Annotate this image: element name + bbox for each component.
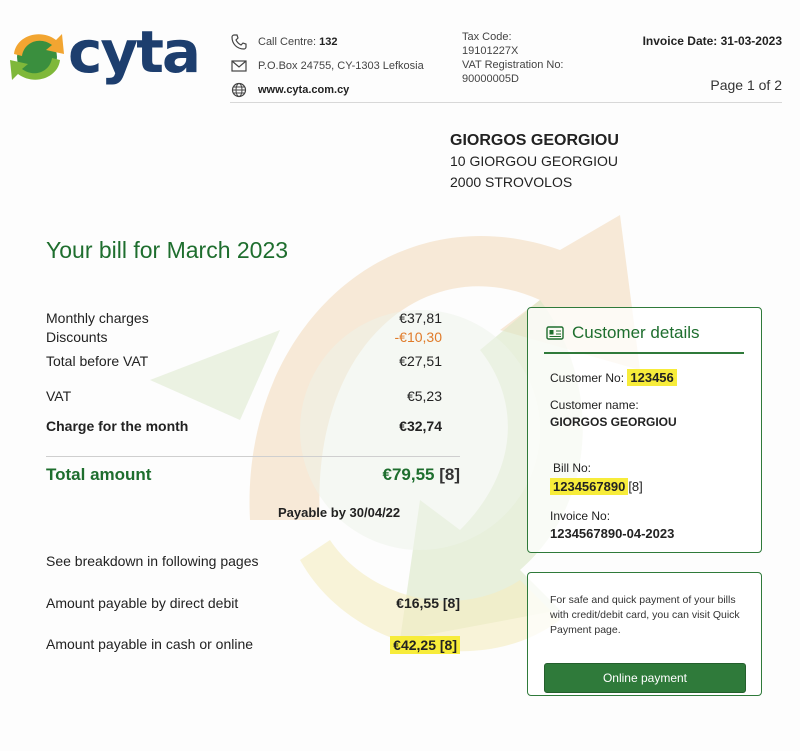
cyta-logo: cyta [4,18,201,92]
cash-online-row: Amount payable in cash or online €42,25 … [46,636,460,654]
customer-details-header: Customer details [546,323,700,343]
charge-line: Discounts -€10,30 [46,329,442,345]
direct-debit-value: €16,55 [8] [396,595,460,611]
payable-by: Payable by 30/04/22 [278,505,401,520]
total-ref: [8] [439,465,460,484]
customer-no-label: Customer No: [550,371,625,385]
total-value-group: €79,55 [8] [382,465,460,485]
customer-no: 123456 [627,369,677,386]
tax-code-label: Tax Code: [462,31,512,43]
customer-details-title: Customer details [572,323,700,342]
website-row: www.cyta.com.cy [230,78,424,102]
po-box: P.O.Box 24755, CY-1303 Lefkosia [258,60,424,72]
invoice-no: 1234567890-04-2023 [550,526,675,541]
charge-line: Monthly charges €37,81 [46,310,442,326]
id-card-icon [546,326,564,340]
charge-value: €32,74 [399,418,442,434]
recipient-city: 2000 STROVOLOS [450,174,573,190]
call-centre-label: Call Centre: [258,36,317,48]
bill-title: Your bill for March 2023 [46,237,289,263]
envelope-icon [230,57,248,75]
direct-debit-row: Amount payable by direct debit €16,55 [8… [46,595,460,611]
total-value: €79,55 [382,465,435,484]
invoice-page: cyta Call Centre: 132 P.O.Box 24755, CY-… [0,0,800,751]
charge-label: VAT [46,388,72,404]
contact-info: Call Centre: 132 P.O.Box 24755, CY-1303 … [230,30,424,102]
charge-line: Charge for the month €32,74 [46,418,442,434]
charge-label: Charge for the month [46,418,189,434]
po-box-row: P.O.Box 24755, CY-1303 Lefkosia [230,54,424,78]
cash-online-label: Amount payable in cash or online [46,636,254,652]
total-amount-row: Total amount €79,55 [8] [46,465,460,485]
charge-value: €27,51 [399,353,442,369]
charge-value: €37,81 [399,310,442,326]
customer-name: GIORGOS GEORGIOU [550,415,677,429]
online-payment-box: For safe and quick payment of your bills… [527,572,762,696]
customer-name-label: Customer name: [550,398,639,412]
tax-code: 19101227X [462,45,519,57]
bill-no: 1234567890 [550,478,629,495]
page-number: Page 1 of 2 [710,77,782,93]
recipient-street: 10 GIORGOU GEORGIOU [450,153,619,169]
direct-debit-label: Amount payable by direct debit [46,595,239,611]
brand-wordmark: cyta [68,18,201,86]
vat-label: VAT Registration No: [462,59,564,71]
charge-label: Total before VAT [46,353,149,369]
header-divider [230,102,782,103]
recipient-name: GIORGOS GEORGIOU [450,132,619,149]
bill-no-row: 1234567890 [8] [550,478,643,495]
bill-no-label: Bill No: [553,461,592,475]
charge-value: €5,23 [406,388,442,404]
website-link[interactable]: www.cyta.com.cy [258,84,349,96]
total-divider [46,456,460,457]
globe-icon [230,81,248,99]
cyta-logo-swirl-icon [10,34,64,80]
charge-line: VAT €5,23 [46,388,442,404]
customer-details-box: Customer details Customer No: 123456 Cus… [527,307,762,553]
online-payment-button[interactable]: Online payment [544,663,746,693]
recipient-address: GIORGOS GEORGIOU 10 GIORGOU GEORGIOU 200… [450,130,619,193]
charge-label: Monthly charges [46,310,149,326]
customer-details-rule [544,352,744,354]
breakdown-note-row: See breakdown in following pages [46,553,460,569]
charge-label: Discounts [46,329,108,345]
invoice-date: Invoice Date: 31-03-2023 [642,34,782,48]
charge-line: Total before VAT €27,51 [46,353,442,369]
vat-number: 90000005D [462,73,519,85]
breakdown-note: See breakdown in following pages [46,553,259,569]
phone-icon [230,33,248,51]
call-centre-number: 132 [319,36,338,48]
tax-info: Tax Code: 19101227X VAT Registration No:… [462,30,564,86]
call-centre-row: Call Centre: 132 [230,30,424,54]
customer-no-row: Customer No: 123456 [550,369,677,386]
total-label: Total amount [46,465,152,484]
discount-value: -€10,30 [394,329,442,345]
invoice-no-label: Invoice No: [550,509,611,523]
bill-no-ref: [8] [628,479,643,494]
cash-online-value: €42,25 [8] [390,636,460,654]
payment-text: For safe and quick payment of your bills… [550,594,740,636]
